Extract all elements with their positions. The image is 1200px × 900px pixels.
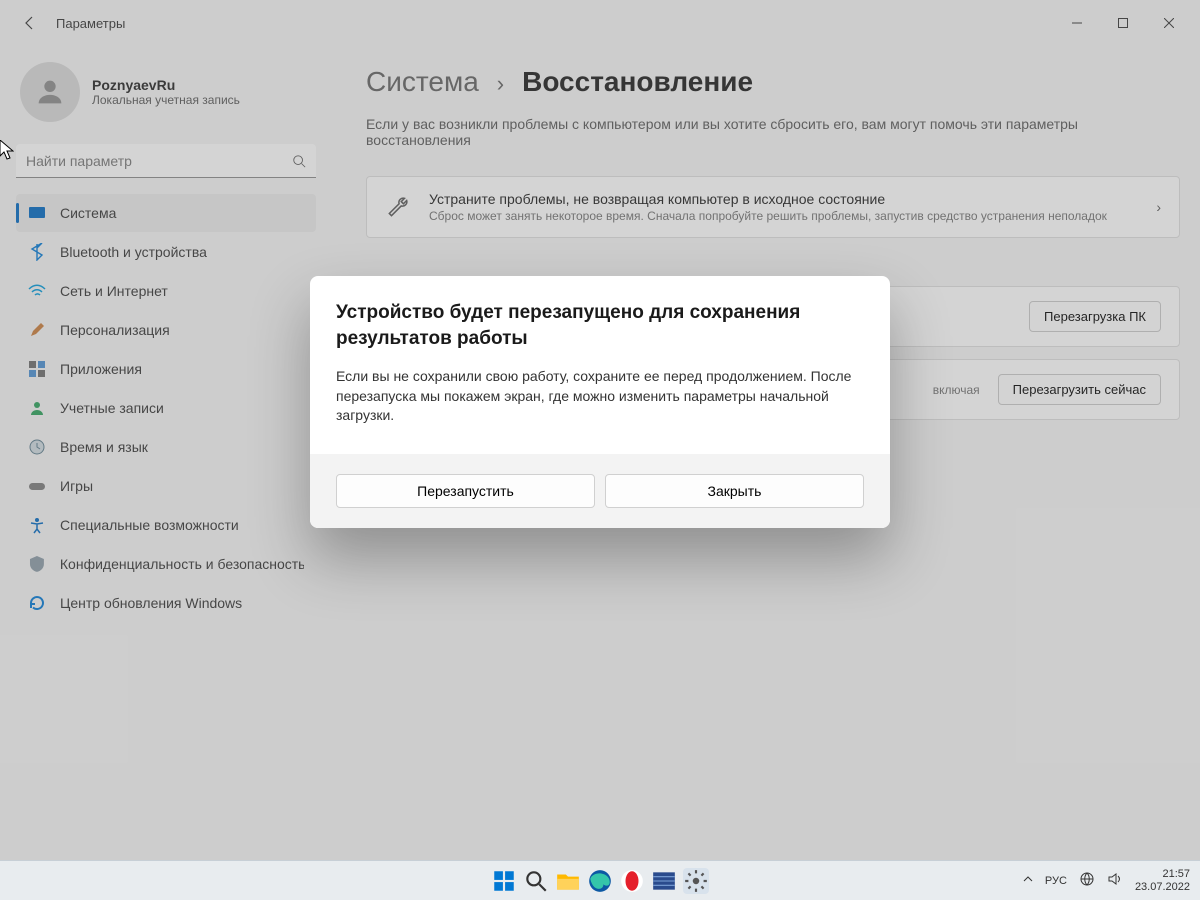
titlebar: Параметры — [0, 0, 1200, 46]
user-name: PoznyaevRu — [92, 77, 240, 93]
restart-now-button[interactable]: Перезагрузить сейчас — [998, 374, 1161, 405]
nav-label: Персонализация — [60, 322, 170, 338]
nav-label: Конфиденциальность и безопасность — [60, 556, 304, 572]
user-block[interactable]: PoznyaevRu Локальная учетная запись — [16, 58, 316, 140]
opera-icon[interactable] — [619, 868, 645, 894]
nav-label: Специальные возможности — [60, 517, 239, 533]
user-subtitle: Локальная учетная запись — [92, 93, 240, 107]
breadcrumb-separator: › — [497, 71, 504, 97]
gamepad-icon — [28, 477, 46, 495]
page-description: Если у вас возникли проблемы с компьютер… — [366, 116, 1156, 148]
tray-time: 21:57 — [1135, 868, 1190, 881]
person-icon — [28, 399, 46, 417]
display-icon — [28, 204, 46, 222]
app-icon[interactable] — [651, 868, 677, 894]
breadcrumb-parent[interactable]: Система — [366, 66, 479, 98]
bluetooth-icon — [28, 243, 46, 261]
clock-icon — [28, 438, 46, 456]
nav-item-personalization[interactable]: Персонализация — [16, 311, 316, 349]
window-title: Параметры — [56, 16, 125, 31]
tray-date: 23.07.2022 — [1135, 881, 1190, 894]
breadcrumb: Система › Восстановление — [366, 66, 1180, 98]
nav-label: Время и язык — [60, 439, 148, 455]
nav-item-accessibility[interactable]: Специальные возможности — [16, 506, 316, 544]
dialog-restart-button[interactable]: Перезапустить — [336, 474, 595, 508]
accessibility-icon — [28, 516, 46, 534]
explorer-icon[interactable] — [555, 868, 581, 894]
card-troubleshoot[interactable]: Устраните проблемы, не возвращая компьют… — [366, 176, 1180, 238]
nav-label: Центр обновления Windows — [60, 595, 242, 611]
search-field[interactable] — [26, 153, 292, 169]
nav-label: Сеть и Интернет — [60, 283, 168, 299]
search-input[interactable] — [16, 144, 316, 178]
nav-item-network[interactable]: Сеть и Интернет — [16, 272, 316, 310]
maximize-button[interactable] — [1100, 5, 1146, 41]
minimize-button[interactable] — [1054, 5, 1100, 41]
nav-item-gaming[interactable]: Игры — [16, 467, 316, 505]
card-title: Устраните проблемы, не возвращая компьют… — [429, 191, 1138, 207]
mouse-cursor — [0, 140, 14, 160]
nav-item-time[interactable]: Время и язык — [16, 428, 316, 466]
nav-item-privacy[interactable]: Конфиденциальность и безопасность — [16, 545, 316, 583]
nav-list: Система Bluetooth и устройства Сеть и Ин… — [16, 194, 316, 622]
nav-label: Игры — [60, 478, 93, 494]
tray-network-icon[interactable] — [1079, 871, 1095, 890]
taskbar-search-icon[interactable] — [523, 868, 549, 894]
dialog-close-button[interactable]: Закрыть — [605, 474, 864, 508]
reset-pc-button[interactable]: Перезагрузка ПК — [1029, 301, 1161, 332]
nav-item-update[interactable]: Центр обновления Windows — [16, 584, 316, 622]
wrench-icon — [385, 194, 411, 220]
tray-clock[interactable]: 21:57 23.07.2022 — [1135, 868, 1190, 893]
search-icon — [292, 154, 306, 168]
close-button[interactable] — [1146, 5, 1192, 41]
tray-chevron-icon[interactable] — [1023, 874, 1033, 887]
system-tray[interactable]: РУС 21:57 23.07.2022 — [1023, 868, 1190, 893]
nav-label: Приложения — [60, 361, 142, 377]
sidebar: PoznyaevRu Локальная учетная запись Сист… — [0, 46, 320, 860]
card-subtitle: Сброс может занять некоторое время. Снач… — [429, 209, 1138, 223]
brush-icon — [28, 321, 46, 339]
chevron-right-icon: › — [1156, 199, 1161, 215]
nav-item-bluetooth[interactable]: Bluetooth и устройства — [16, 233, 316, 271]
tray-language[interactable]: РУС — [1045, 875, 1067, 887]
shield-icon — [28, 555, 46, 573]
wifi-icon — [28, 282, 46, 300]
nav-item-system[interactable]: Система — [16, 194, 316, 232]
back-icon[interactable] — [22, 15, 38, 31]
dialog-title: Устройство будет перезапущено для сохран… — [336, 300, 864, 351]
nav-label: Bluetooth и устройства — [60, 244, 207, 260]
apps-icon — [28, 360, 46, 378]
breadcrumb-current: Восстановление — [522, 66, 753, 98]
card-subtitle-tail: включая — [933, 383, 980, 397]
restart-dialog: Устройство будет перезапущено для сохран… — [310, 276, 890, 528]
dialog-text: Если вы не сохранили свою работу, сохран… — [336, 367, 864, 426]
edge-icon[interactable] — [587, 868, 613, 894]
tray-volume-icon[interactable] — [1107, 871, 1123, 890]
avatar — [20, 62, 80, 122]
taskbar: РУС 21:57 23.07.2022 — [0, 860, 1200, 900]
update-icon — [28, 594, 46, 612]
nav-item-accounts[interactable]: Учетные записи — [16, 389, 316, 427]
settings-taskbar-icon[interactable] — [683, 868, 709, 894]
start-button[interactable] — [491, 868, 517, 894]
nav-label: Учетные записи — [60, 400, 164, 416]
nav-item-apps[interactable]: Приложения — [16, 350, 316, 388]
nav-label: Система — [60, 205, 116, 221]
